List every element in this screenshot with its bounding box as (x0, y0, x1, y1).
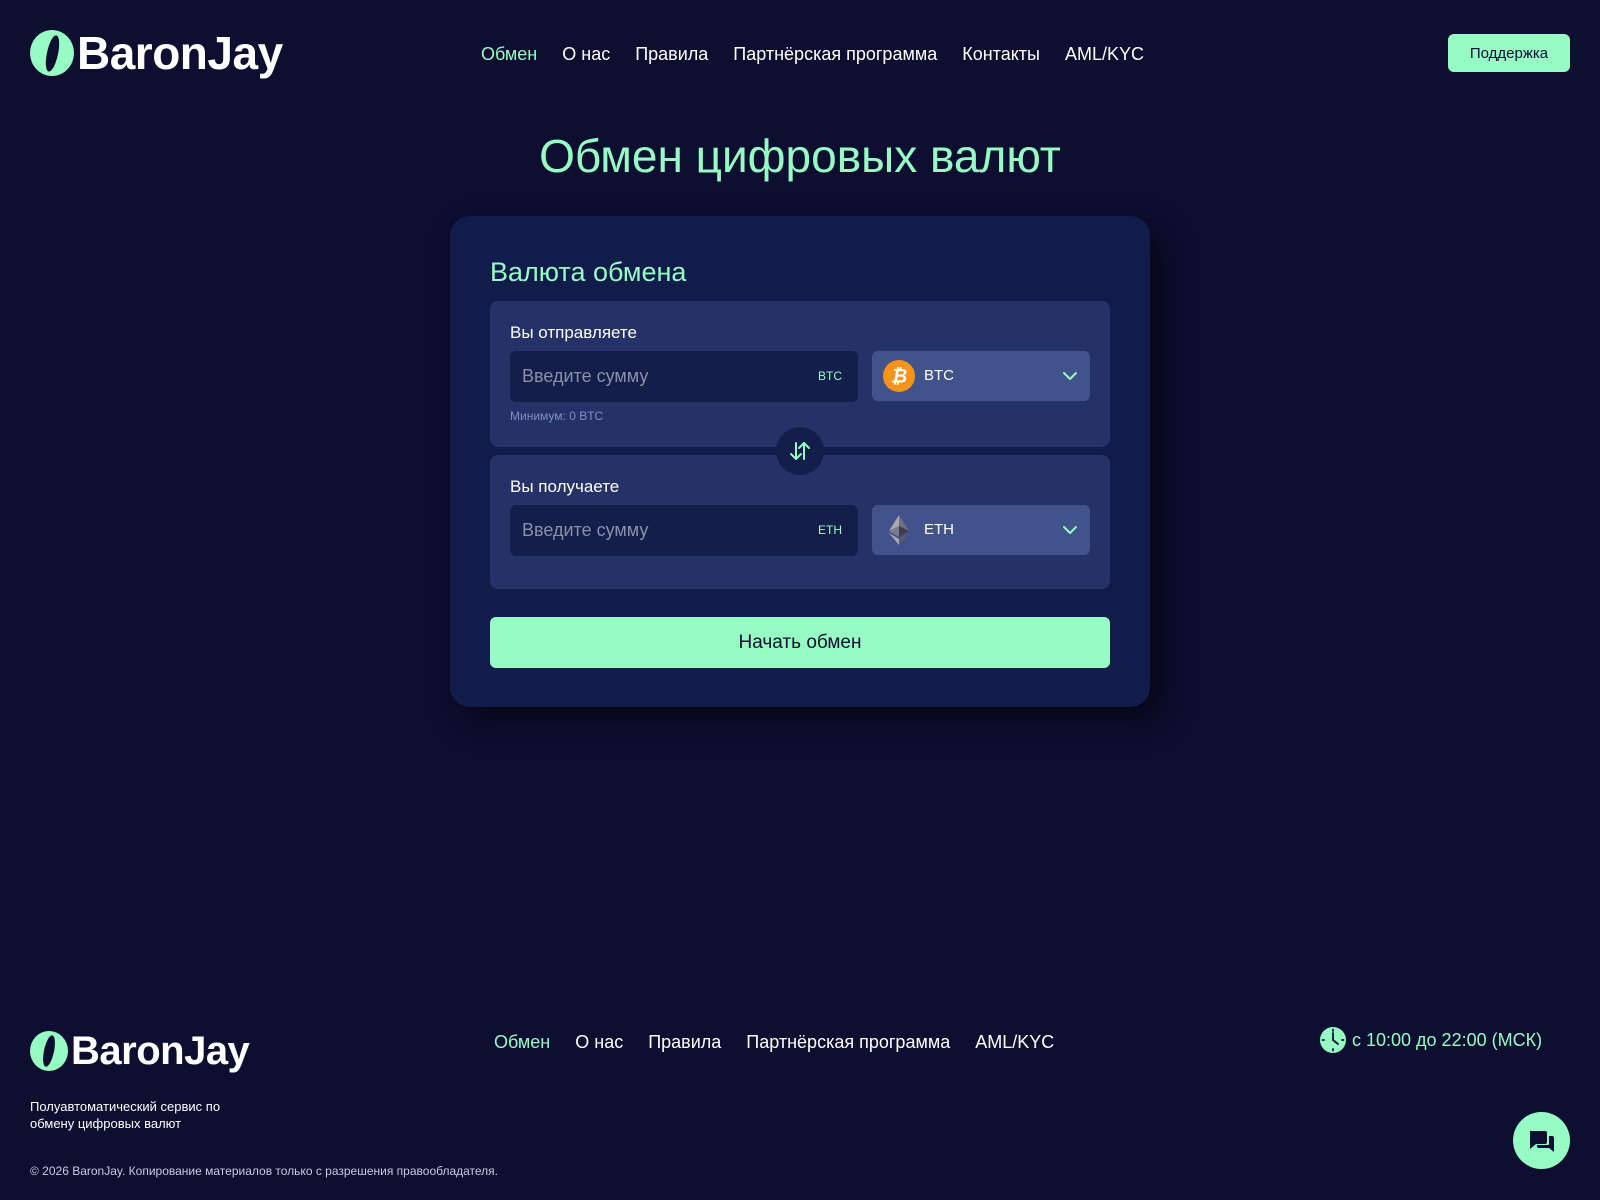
min-amount-note: Минимум: 0 BTC (510, 409, 604, 423)
send-amount-field: BTC (510, 351, 858, 402)
card-title: Валюта обмена (490, 257, 687, 287)
send-panel: Вы отправляете BTC ₿ BTC Минимум: 0 BTC (490, 301, 1110, 447)
receive-panel: Вы получаете ETH ETH (490, 455, 1110, 589)
send-currency-select[interactable]: ₿ BTC (872, 351, 1090, 401)
receive-currency-name: ETH (924, 521, 954, 538)
nav-item-partner-program[interactable]: Партнёрская программа (733, 40, 937, 68)
chat-icon (1529, 1130, 1554, 1152)
send-currency-name: BTC (924, 367, 954, 384)
footer-nav-item-partner-program[interactable]: Партнёрская программа (746, 1030, 950, 1054)
copyright: © 2026 BaronJay. Копирование материалов … (30, 1164, 499, 1178)
send-amount-input[interactable] (510, 351, 858, 402)
main-nav: Обмен О нас Правила Партнёрская программ… (481, 40, 1144, 68)
bitcoin-icon: ₿ (883, 360, 915, 392)
logo[interactable]: BaronJay (30, 28, 283, 78)
send-amount-unit: BTC (818, 369, 842, 383)
footer-nav-item-aml-kyc[interactable]: AML/KYC (975, 1030, 1054, 1054)
footer-tagline: Полуавтоматический сервис по обмену цифр… (30, 1099, 221, 1131)
footer-nav-item-about[interactable]: О нас (575, 1030, 623, 1054)
receive-label: Вы получаете (510, 477, 620, 496)
nav-item-about[interactable]: О нас (562, 40, 610, 68)
footer-nav-item-exchange[interactable]: Обмен (494, 1030, 550, 1054)
receive-currency-select[interactable]: ETH (872, 505, 1090, 555)
logo-mark-icon (30, 1031, 68, 1071)
logo-mark-icon (30, 30, 74, 76)
support-button[interactable]: Поддержка (1448, 34, 1570, 72)
nav-item-contacts[interactable]: Контакты (962, 40, 1040, 68)
receive-amount-unit: ETH (818, 523, 842, 537)
receive-amount-field: ETH (510, 505, 858, 556)
send-label: Вы отправляете (510, 323, 637, 342)
footer-logo[interactable]: BaronJay (30, 1029, 250, 1073)
nav-item-rules[interactable]: Правила (635, 40, 708, 68)
swap-button[interactable] (776, 427, 824, 475)
logo-text: BaronJay (77, 27, 283, 79)
nav-item-aml-kyc[interactable]: AML/KYC (1065, 40, 1144, 68)
receive-amount-input[interactable] (510, 505, 858, 556)
clock-icon (1320, 1027, 1346, 1053)
svg-text:₿: ₿ (891, 366, 908, 388)
working-hours-text: с 10:00 до 22:00 (МСК) (1352, 1030, 1543, 1050)
ethereum-icon (889, 515, 909, 545)
swap-arrows-icon (790, 442, 810, 460)
footer-nav: Обмен О нас Правила Партнёрская программ… (494, 1030, 1054, 1054)
page-title: Обмен цифровых валют (539, 130, 1061, 182)
exchange-card: Валюта обмена Вы отправляете BTC ₿ BTC М… (450, 216, 1150, 707)
start-exchange-button[interactable]: Начать обмен (490, 617, 1110, 668)
working-hours: с 10:00 до 22:00 (МСК) (1320, 1027, 1542, 1053)
nav-item-exchange[interactable]: Обмен (481, 40, 537, 68)
footer-logo-text: BaronJay (71, 1029, 250, 1073)
chevron-down-icon (1063, 372, 1077, 380)
chevron-down-icon (1063, 526, 1077, 534)
footer-nav-item-rules[interactable]: Правила (648, 1030, 721, 1054)
chat-button[interactable] (1513, 1112, 1570, 1169)
site-header: BaronJay Обмен О нас Правила Партнёрская… (0, 0, 1600, 108)
